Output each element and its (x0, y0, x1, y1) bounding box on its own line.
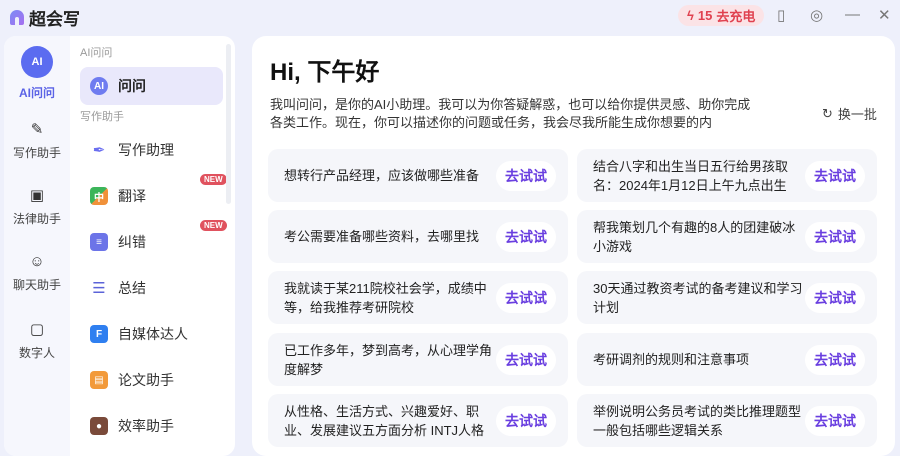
quill-icon: ✒ (92, 142, 106, 159)
nav-label: 总结 (118, 280, 146, 296)
settings-icon[interactable]: ◎ (810, 6, 823, 24)
section-label: AI问问 (80, 47, 113, 59)
rail-item-law[interactable]: ▣ 法律助手 (4, 186, 70, 227)
prompt-text: 已工作多年，梦到高考，从心理学角度解梦 (284, 342, 493, 377)
prompt-card[interactable]: 我就读于某211院校社会学，成绩中等，给我推荐考研院校 去试试 (268, 271, 568, 324)
list-icon: ☰ (92, 280, 106, 297)
rail-item-writing[interactable]: ✎ 写作助手 (4, 120, 70, 161)
prompt-text: 30天通过教资考试的备考建议和学习计划 (593, 280, 803, 315)
rail-item-digital-human[interactable]: ▢ 数字人 (4, 320, 70, 361)
prompt-text: 考公需要准备哪些资料，去哪里找 (284, 229, 480, 244)
try-button[interactable]: 去试试 (805, 282, 865, 313)
rail-label: 写作助手 (12, 146, 61, 160)
rail-item-ai[interactable]: AI AI问问 (4, 46, 70, 101)
lightning-icon: ϟ (687, 8, 694, 23)
translate-icon: 中 (90, 187, 108, 205)
refresh-label: 换一批 (837, 107, 877, 122)
nav-item[interactable]: F 自媒体达人 (80, 315, 223, 353)
app-logo: 超会写 (10, 5, 80, 30)
ai-icon: AI (21, 46, 53, 78)
try-button[interactable]: 去试试 (805, 221, 865, 252)
sidebar-scrollbar[interactable] (226, 44, 231, 204)
phone-icon[interactable]: ▯ (777, 6, 785, 24)
intro-text: 我叫问问，是你的AI小助理。我可以为你答疑解惑，也可以给你提供灵感、助你完成各类… (270, 97, 751, 130)
prompt-card[interactable]: 已工作多年，梦到高考，从心理学角度解梦 去试试 (268, 333, 568, 386)
title-bar: 超会写 ϟ 15 去充电 ▯ ◎ — ✕ (0, 0, 900, 32)
prompt-text: 帮我策划几个有趣的8人的团建破冰小游戏 (593, 219, 796, 254)
nav-item[interactable]: ☰ 总结 (80, 269, 223, 307)
prompt-card[interactable]: 帮我策划几个有趣的8人的团建破冰小游戏 去试试 (577, 210, 877, 263)
charge-label: 去充电 (716, 9, 756, 24)
thesis-icon: ▤ (90, 371, 108, 389)
rail-label: 聊天助手 (12, 278, 61, 292)
prompt-text: 结合八字和出生当日五行给男孩取名：2024年1月12日上午九点出生 (593, 158, 789, 193)
prompt-text: 想转行产品经理，应该做哪些准备 (284, 168, 480, 183)
app-title: 超会写 (29, 10, 80, 29)
prompt-text: 我就读于某211院校社会学，成绩中等，给我推荐考研院校 (284, 280, 487, 315)
prompt-text: 举例说明公务员考试的类比推理题型一般包括哪些逻辑关系 (593, 403, 802, 438)
chat-icon: ☺ (29, 253, 45, 270)
nav-label: 问问 (118, 78, 146, 94)
new-badge: NEW (200, 220, 227, 231)
try-button[interactable]: 去试试 (496, 160, 556, 191)
media-icon: F (90, 325, 108, 343)
try-button[interactable]: 去试试 (496, 405, 556, 436)
main-panel: Hi, 下午好 我叫问问，是你的AI小助理。我可以为你答疑解惑，也可以给你提供灵… (252, 36, 895, 456)
rail-label: 数字人 (18, 346, 55, 360)
try-button[interactable]: 去试试 (496, 344, 556, 375)
proofread-icon: ≡ (90, 233, 108, 251)
nav-item[interactable]: ● 效率助手 (80, 407, 223, 445)
digital-human-icon: ▢ (29, 321, 45, 338)
refresh-icon: ↻ (822, 105, 833, 121)
try-button[interactable]: 去试试 (496, 221, 556, 252)
pen-icon: ✎ (30, 121, 44, 138)
rail-label: 法律助手 (12, 212, 61, 226)
nav-label: 自媒体达人 (118, 326, 188, 342)
rail-item-chat[interactable]: ☺ 聊天助手 (4, 253, 70, 293)
prompt-card[interactable]: 结合八字和出生当日五行给男孩取名：2024年1月12日上午九点出生 去试试 (577, 149, 877, 202)
nav-label: 翻译 (118, 188, 146, 204)
logo-icon (10, 10, 24, 25)
prompt-card[interactable]: 从性格、生活方式、兴趣爱好、职业、发展建议五方面分析 INTJ人格 去试试 (268, 394, 568, 447)
nav-item-wenwen[interactable]: AI 问问 (80, 67, 223, 105)
prompt-card[interactable]: 考研调剂的规则和注意事项 去试试 (577, 333, 877, 386)
greeting: Hi, 下午好 (270, 59, 380, 86)
prompt-text: 从性格、生活方式、兴趣爱好、职业、发展建议五方面分析 INTJ人格 (284, 403, 485, 438)
prompt-card[interactable]: 考公需要准备哪些资料，去哪里找 去试试 (268, 210, 568, 263)
nav-label: 效率助手 (118, 418, 174, 434)
prompt-text: 考研调剂的规则和注意事项 (593, 352, 750, 367)
refresh-button[interactable]: ↻ 换一批 (822, 104, 877, 123)
prompt-card[interactable]: 举例说明公务员考试的类比推理题型一般包括哪些逻辑关系 去试试 (577, 394, 877, 447)
section-label: 写作助手 (80, 111, 124, 123)
prompt-card[interactable]: 想转行产品经理，应该做哪些准备 去试试 (268, 149, 568, 202)
nav-item[interactable]: ✒ 写作助理 (80, 131, 223, 169)
rail-label: AI问问 (18, 86, 55, 100)
try-button[interactable]: 去试试 (496, 282, 556, 313)
sidebar: AI AI问问 ✎ 写作助手 ▣ 法律助手 ☺ 聊天助手 ▢ 数字人 AI问问 AI 问问 … (4, 36, 235, 456)
nav-item[interactable]: ▤ 论文助手 (80, 361, 223, 399)
nav-label: 纠错 (118, 234, 146, 250)
prompt-card[interactable]: 30天通过教资考试的备考建议和学习计划 去试试 (577, 271, 877, 324)
efficiency-icon: ● (90, 417, 108, 435)
charge-count: 15 (697, 8, 713, 23)
try-button[interactable]: 去试试 (805, 405, 865, 436)
recharge-button[interactable]: ϟ 15 去充电 (678, 5, 765, 26)
try-button[interactable]: 去试试 (805, 344, 865, 375)
nav-label: 论文助手 (118, 372, 174, 388)
book-icon: ▣ (29, 187, 45, 204)
close-icon[interactable]: ✕ (878, 6, 891, 24)
nav-label: 写作助理 (118, 142, 174, 158)
new-badge: NEW (200, 174, 227, 185)
ai-icon: AI (90, 77, 108, 95)
minimize-icon[interactable]: — (845, 6, 860, 23)
try-button[interactable]: 去试试 (805, 160, 865, 191)
